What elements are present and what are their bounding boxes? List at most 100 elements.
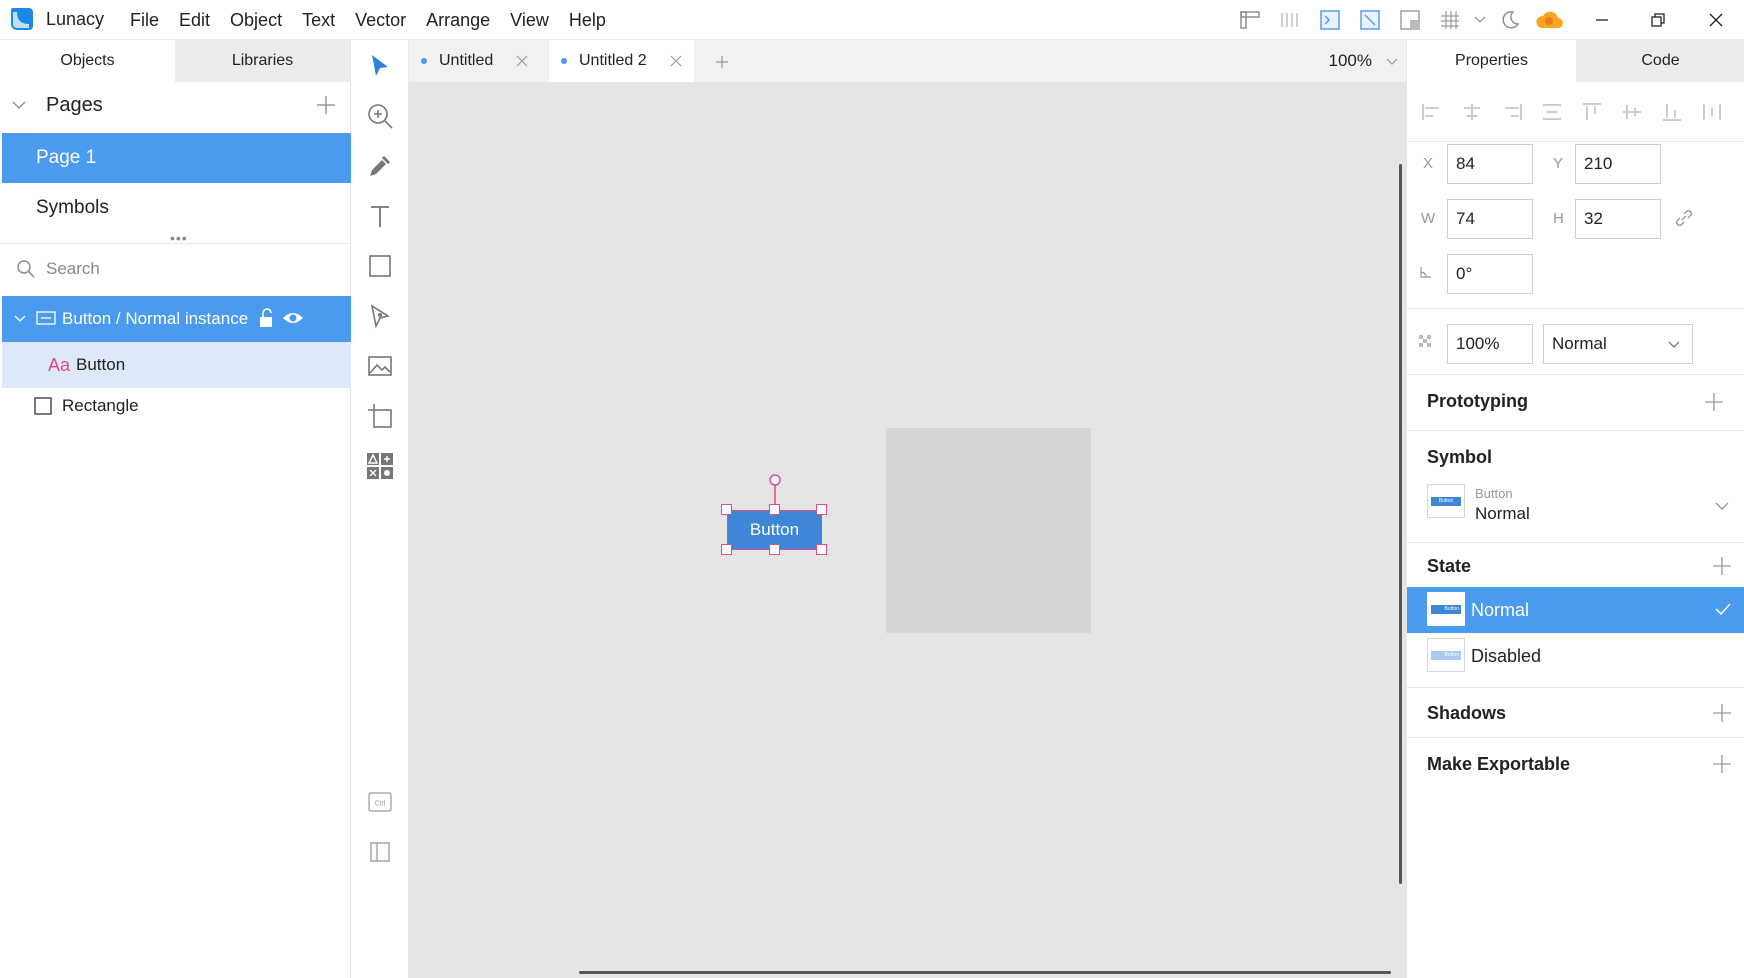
opacity-field[interactable]: 100% [1447,324,1533,364]
height-field[interactable]: 32 [1575,199,1661,239]
menu-object[interactable]: Object [220,0,292,40]
x-field[interactable]: 84 [1447,144,1533,184]
add-state-plus-icon[interactable] [1712,556,1732,576]
menu-arrange[interactable]: Arrange [416,0,500,40]
rotation-field[interactable]: 0° [1447,254,1533,294]
menu-help[interactable]: Help [559,0,616,40]
pen-tool-button[interactable] [360,296,400,336]
state-thumbnail: Button [1427,638,1465,672]
snap-objects-icon[interactable] [1350,0,1390,40]
toggle-panel-button[interactable] [360,832,400,872]
layer-item-rectangle[interactable]: Rectangle [2,383,351,429]
components-tool-button[interactable] [360,446,400,486]
pixel-preview-icon[interactable] [1390,0,1430,40]
color-picker-tool-button[interactable] [360,146,400,186]
resize-handle-top-left[interactable] [721,504,732,515]
rectangle-shape[interactable] [886,428,1091,633]
unlock-icon[interactable] [258,308,274,328]
dark-mode-moon-icon[interactable] [1490,0,1530,40]
divider [1407,308,1744,309]
width-field[interactable]: 74 [1447,199,1533,239]
align-vertical-center-icon[interactable] [1621,102,1643,122]
align-left-icon[interactable] [1421,102,1443,122]
page-item-page-1[interactable]: Page 1 [2,133,351,183]
doc-tab-untitled[interactable]: Untitled [409,40,540,82]
image-tool-button[interactable] [360,346,400,386]
rectangle-tool-button[interactable] [360,246,400,286]
align-bottom-icon[interactable] [1661,102,1683,122]
constrain-proportions-link-icon[interactable] [1673,207,1695,229]
tab-libraries[interactable]: Libraries [175,40,350,82]
state-item-normal[interactable]: Button Normal [1407,587,1744,633]
new-tab-plus-icon[interactable] [715,55,729,69]
add-shadow-plus-icon[interactable] [1712,703,1732,723]
text-tool-icon [371,206,389,227]
minimize-button[interactable] [1574,0,1630,40]
grid-icon[interactable] [1430,0,1470,40]
blend-mode-select[interactable]: Normal [1543,324,1693,364]
search-input[interactable]: Search [46,259,100,279]
close-tab-icon[interactable] [516,55,528,67]
align-top-icon[interactable] [1581,102,1603,122]
tab-properties[interactable]: Properties [1407,40,1576,82]
selected-checkmark-icon [1715,603,1731,616]
doc-tab-untitled-2[interactable]: Untitled 2 [549,40,694,82]
zoom-tool-button[interactable] [360,96,400,136]
x-label: X [1423,155,1434,172]
visibility-eye-icon[interactable] [282,310,304,326]
menu-text[interactable]: Text [292,0,345,40]
menu-file[interactable]: File [120,0,169,40]
menu-view[interactable]: View [500,0,559,40]
resize-handle-bottom-right[interactable] [816,544,827,555]
zoom-dropdown-chevron-icon[interactable] [1386,58,1398,66]
text-tool-button[interactable] [360,196,400,236]
add-page-plus-icon[interactable] [316,95,336,115]
snap-pixel-icon[interactable] [1310,0,1350,40]
symbol-instance-icon [36,311,56,325]
horizontal-scrollbar[interactable] [579,971,1391,974]
zoom-in-icon [368,104,393,129]
state-item-disabled[interactable]: Button Disabled [1407,633,1744,679]
close-window-button[interactable] [1688,0,1744,40]
menu-vector[interactable]: Vector [345,0,416,40]
resize-handle-bottom-left[interactable] [721,544,732,555]
tab-code[interactable]: Code [1576,40,1744,82]
doc-tab-label: Untitled [439,52,494,69]
zoom-level[interactable]: 100% [1329,51,1372,71]
distribute-horizontal-icon[interactable] [1701,102,1723,122]
layer-item-button-text[interactable]: Aa Button [2,342,351,388]
restore-button[interactable] [1630,0,1686,40]
ctrl-hint-button[interactable]: Ctrl [360,782,400,822]
resize-handle-bottom[interactable] [769,544,780,555]
symbol-selector[interactable]: Button Button Normal [1407,482,1744,532]
canvas[interactable]: Button [409,82,1406,978]
distribute-vertical-icon[interactable] [1541,102,1563,122]
add-export-plus-icon[interactable] [1712,754,1732,774]
layer-search[interactable]: Search [0,243,351,293]
tab-objects[interactable]: Objects [0,40,175,82]
layout-grid-icon[interactable] [1270,0,1310,40]
document-tabs: Untitled Untitled 2 100% [409,40,1406,82]
menu-edit[interactable]: Edit [169,0,220,40]
align-horizontal-center-icon[interactable] [1461,102,1483,122]
layer-item-button-instance[interactable]: Button / Normal instance [2,296,351,342]
align-right-icon[interactable] [1501,102,1523,122]
collapse-pages-chevron-icon[interactable] [12,100,26,110]
artboard-tool-button[interactable] [360,396,400,436]
symbol-title: Symbol [1427,447,1493,467]
state-title: State [1427,556,1472,576]
rulers-icon[interactable] [1230,0,1270,40]
close-tab-icon[interactable] [670,55,682,67]
grid-dropdown-chevron-icon[interactable] [1470,0,1490,40]
y-field[interactable]: 210 [1575,144,1661,184]
expand-chevron-icon[interactable] [14,315,26,323]
add-prototyping-plus-icon[interactable] [1704,392,1724,412]
divider [1407,542,1744,543]
select-tool-button[interactable] [360,46,400,86]
resize-handle-top[interactable] [769,504,780,515]
page-item-symbols[interactable]: Symbols [2,183,351,233]
symbol-state-value: Normal [1475,504,1530,523]
resize-handle-top-right[interactable] [816,504,827,515]
cloud-sync-icon[interactable] [1530,0,1570,40]
vertical-scrollbar[interactable] [1399,164,1402,884]
